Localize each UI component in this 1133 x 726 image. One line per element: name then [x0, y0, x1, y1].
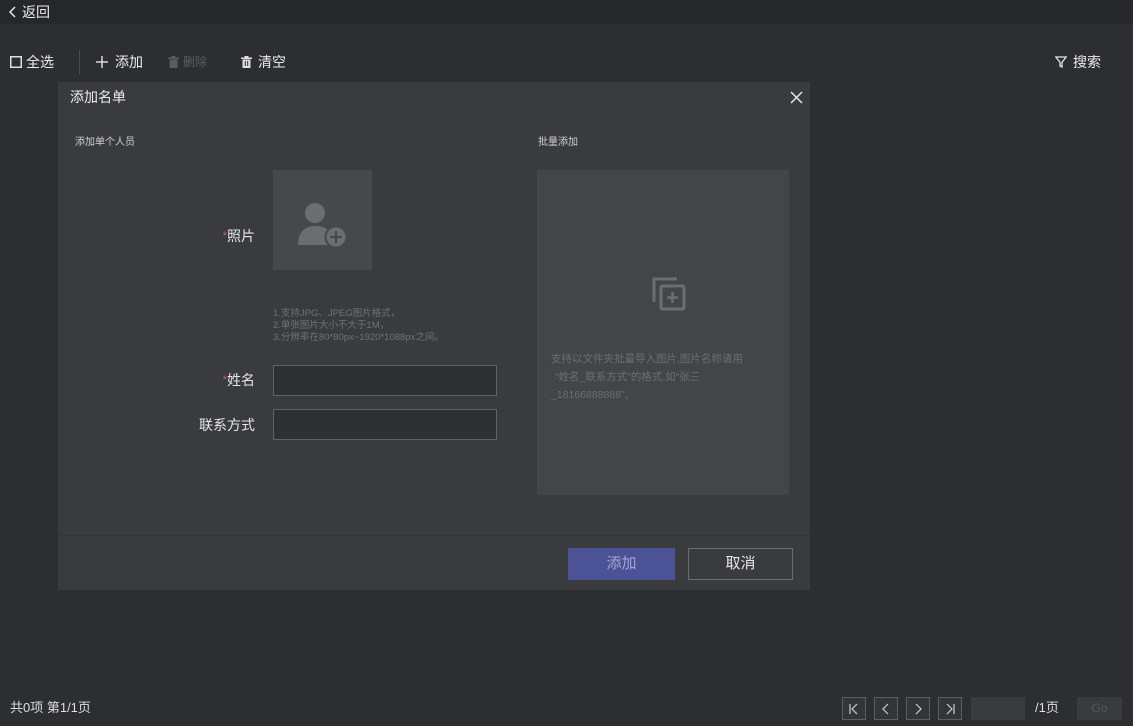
single-section-title: 添加单个人员	[75, 137, 135, 148]
batch-section-title: 批量添加	[538, 137, 578, 148]
trash-icon	[241, 56, 252, 68]
add-label: 添加	[115, 54, 143, 70]
photo-hint-line: 2.单张图片大小不大于1M，	[273, 320, 390, 331]
name-input[interactable]	[273, 365, 497, 396]
plus-icon	[96, 56, 108, 68]
add-list-dialog: 添加名单 添加单个人员 批量添加 *照片 1.支持JPG、JPEG图片格式， 2…	[58, 82, 810, 590]
add-person-icon	[297, 203, 347, 249]
contact-label: 联系方式	[199, 417, 255, 433]
cancel-button[interactable]: 取消	[688, 548, 793, 580]
clear-button[interactable]: 清空	[241, 52, 286, 72]
toolbar-divider	[79, 50, 80, 74]
dialog-title: 添加名单	[70, 89, 126, 105]
batch-upload-box[interactable]: 支持以文件夹批量导入图片,图片名称请用 “姓名_联系方式”的格式,如“张三 _1…	[537, 170, 789, 495]
photo-label: *照片	[158, 226, 255, 246]
filter-icon	[1055, 56, 1067, 68]
select-all-checkbox[interactable]: 全选	[10, 52, 54, 72]
total-pages: /1页	[1035, 700, 1059, 715]
chevron-left-icon	[8, 6, 16, 18]
header-bar	[0, 0, 1133, 24]
prev-page-icon	[882, 703, 889, 714]
batch-hint-line: _18166888888”。	[551, 389, 636, 401]
select-all-label: 全选	[26, 54, 54, 70]
close-icon[interactable]	[790, 91, 803, 104]
batch-hint: 支持以文件夹批量导入图片,图片名称请用 “姓名_联系方式”的格式,如“张三 _1…	[551, 350, 743, 404]
next-page-button[interactable]	[906, 697, 930, 720]
checkbox-icon	[10, 56, 22, 68]
batch-add-icon	[652, 277, 686, 311]
back-label: 返回	[22, 4, 50, 20]
photo-hints: 1.支持JPG、JPEG图片格式， 2.单张图片大小不大于1M， 3.分辨率在8…	[273, 308, 444, 344]
page-summary: 共0项 第1/1页	[10, 700, 91, 715]
clear-label: 清空	[258, 54, 286, 70]
back-button[interactable]: 返回	[8, 2, 50, 22]
page-number-input[interactable]	[971, 697, 1025, 720]
delete-label: 删除	[183, 55, 208, 69]
name-label-text: 姓名	[227, 372, 255, 388]
trash-icon	[168, 56, 179, 68]
last-page-button[interactable]	[938, 697, 962, 720]
batch-hint-line: 支持以文件夹批量导入图片,图片名称请用	[551, 353, 743, 365]
search-label: 搜索	[1073, 54, 1101, 70]
last-page-icon	[946, 703, 955, 714]
go-button[interactable]: Go	[1077, 697, 1122, 720]
next-page-icon	[915, 703, 922, 714]
batch-hint-line: “姓名_联系方式”的格式,如“张三	[555, 371, 701, 383]
contact-input[interactable]	[273, 409, 497, 440]
dialog-footer-divider	[58, 535, 810, 536]
first-page-button[interactable]	[842, 697, 866, 720]
add-button[interactable]: 添加	[95, 52, 143, 72]
prev-page-button[interactable]	[874, 697, 898, 720]
photo-label-text: 照片	[227, 228, 255, 244]
name-label: *姓名	[158, 370, 255, 390]
first-page-icon	[849, 703, 858, 714]
delete-button[interactable]: 删除	[168, 52, 207, 72]
photo-upload-box[interactable]	[273, 170, 372, 270]
photo-hint-line: 1.支持JPG、JPEG图片格式，	[273, 308, 401, 319]
confirm-add-button[interactable]: 添加	[568, 548, 675, 580]
search-button[interactable]: 搜索	[1055, 52, 1101, 72]
photo-hint-line: 3.分辨率在80*80px~1920*1088px之间。	[273, 332, 444, 343]
